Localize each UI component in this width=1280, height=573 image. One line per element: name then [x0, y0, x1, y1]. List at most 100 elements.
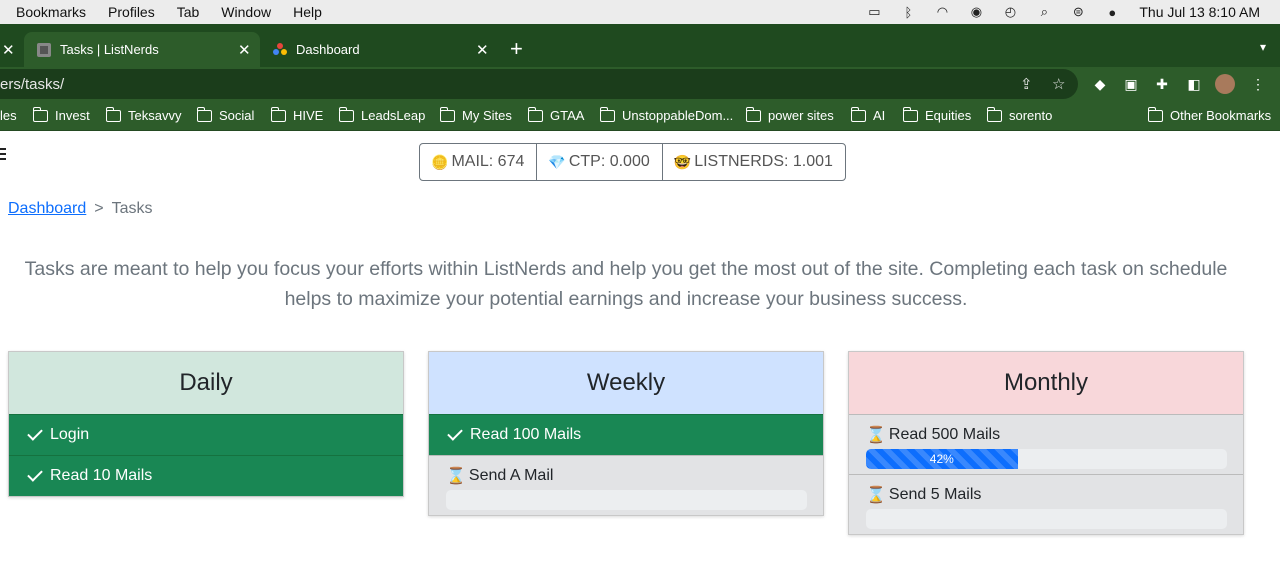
bookmark-folder[interactable]: Teksavvy [105, 106, 181, 123]
weekly-tasks-card: Weekly Read 100 Mails ⌛ Send A Mail [428, 351, 824, 516]
hourglass-icon: ⌛ [866, 487, 886, 504]
folder-icon [599, 106, 615, 122]
progress-fill: 42% [866, 449, 1018, 469]
task-progress-bar: 42% [866, 449, 1227, 469]
folder-icon [745, 106, 761, 122]
spotlight-search-icon[interactable]: ⌕ [1033, 4, 1055, 20]
breadcrumb-separator: > [94, 200, 104, 217]
bookmark-folder[interactable]: GTAA [527, 106, 584, 123]
control-center-icon[interactable]: ⊜ [1067, 4, 1089, 20]
display-icon[interactable]: ▭ [863, 4, 885, 20]
menu-profiles[interactable]: Profiles [108, 4, 155, 20]
card-title: Monthly [849, 352, 1243, 414]
tab-title: Dashboard [296, 42, 360, 57]
check-icon [447, 425, 463, 441]
folder-icon [105, 106, 121, 122]
folder-icon [527, 106, 543, 122]
share-icon[interactable]: ⇪ [1020, 75, 1033, 93]
user-icon[interactable]: ◉ [965, 4, 987, 20]
folder-icon [338, 106, 354, 122]
side-panel-icon[interactable]: ◧ [1184, 74, 1204, 94]
breadcrumb-dashboard-link[interactable]: Dashboard [8, 200, 86, 217]
task-progress-bar [446, 490, 807, 510]
hamburger-menu-icon[interactable] [0, 148, 6, 163]
task-row-pending: ⌛ Read 500 Mails 42% [849, 414, 1243, 474]
mail-balance[interactable]: 🪙 MAIL: 674 [420, 144, 538, 180]
bookmark-folder[interactable]: Social [196, 106, 254, 123]
check-icon [27, 466, 43, 482]
nerd-face-icon: 🤓 [673, 153, 692, 170]
folder-icon [986, 106, 1002, 122]
ctp-balance[interactable]: 💎 CTP: 0.000 [537, 144, 663, 180]
tab-title: Tasks | ListNerds [60, 42, 159, 57]
menu-help[interactable]: Help [293, 4, 322, 20]
task-row-completed: Read 10 Mails [9, 455, 403, 496]
folder-icon [439, 106, 455, 122]
listnerds-balance[interactable]: 🤓 LISTNERDS: 1.001 [663, 144, 845, 180]
profile-avatar[interactable] [1215, 74, 1235, 94]
tab-close-icon[interactable]: ✕ [476, 41, 489, 59]
bluetooth-icon[interactable]: ᛒ [897, 4, 919, 20]
tab-search-chevron-icon[interactable]: ▾ [1260, 40, 1266, 54]
time-machine-icon[interactable]: ◴ [999, 4, 1021, 20]
coins-icon: 🪙 [431, 153, 449, 170]
menu-bookmarks[interactable]: Bookmarks [16, 4, 86, 20]
siri-icon[interactable]: ● [1101, 4, 1123, 20]
bookmark-folder[interactable]: My Sites [439, 106, 512, 123]
extension-color-icon[interactable]: ▣ [1121, 74, 1141, 94]
tab-dashboard[interactable]: Dashboard ✕ [264, 32, 498, 67]
new-tab-plus-icon[interactable]: + [510, 38, 523, 60]
folder-icon [850, 106, 866, 122]
bookmark-folder[interactable]: UnstoppableDom... [599, 106, 733, 123]
menu-tab[interactable]: Tab [177, 4, 200, 20]
other-bookmarks[interactable]: Other Bookmarks [1147, 106, 1271, 123]
check-icon [27, 425, 43, 441]
monthly-tasks-card: Monthly ⌛ Read 500 Mails 42% ⌛ Send 5 Mail… [848, 351, 1244, 535]
folder-icon [270, 106, 286, 122]
bookmark-folder[interactable]: HIVE [270, 106, 323, 123]
menubar-clock[interactable]: Thu Jul 13 8:10 AM [1139, 4, 1260, 20]
address-url[interactable]: ers/tasks/ [0, 76, 64, 93]
bookmark-folder[interactable]: les [0, 108, 17, 123]
extensions-puzzle-icon[interactable]: ✚ [1152, 74, 1172, 94]
address-bar[interactable]: ers/tasks/ ⇪ ☆ [0, 69, 1078, 99]
folder-icon [902, 106, 918, 122]
folder-icon [32, 106, 48, 122]
task-row-completed: Read 100 Mails [429, 414, 823, 455]
bookmark-folder[interactable]: LeadsLeap [338, 106, 425, 123]
bookmark-folder[interactable]: sorento [986, 106, 1052, 123]
tasks-intro-text: Tasks are meant to help you focus your e… [24, 258, 1228, 310]
ctp-token-icon: 💎 [548, 153, 566, 170]
breadcrumb-current: Tasks [111, 200, 153, 217]
tab-close-icon[interactable]: ✕ [238, 41, 251, 59]
wifi-icon[interactable]: ◠ [931, 4, 953, 20]
extension-red-icon[interactable]: ◆ [1090, 74, 1110, 94]
task-row-pending: ⌛ Send A Mail [429, 455, 823, 515]
daily-tasks-card: Daily Login Read 10 Mails [8, 351, 404, 497]
menu-window[interactable]: Window [221, 4, 271, 20]
bookmarks-bar: les Invest Teksavvy Social HIVE LeadsLea… [0, 101, 1280, 131]
folder-icon [196, 106, 212, 122]
bookmark-folder[interactable]: Invest [32, 106, 90, 123]
bookmark-star-icon[interactable]: ☆ [1052, 75, 1065, 93]
page-content: 🪙 MAIL: 674 💎 CTP: 0.000 🤓 LISTNERDS: 1.001… [0, 132, 1280, 573]
card-title: Daily [9, 352, 403, 414]
hourglass-icon: ⌛ [446, 468, 466, 485]
prev-tab-close-icon[interactable]: ✕ [0, 32, 18, 67]
bookmark-folder[interactable]: AI [850, 106, 885, 123]
bookmark-folder[interactable]: Equities [902, 106, 971, 123]
dashboard-favicon-icon [273, 42, 287, 55]
bookmark-folder[interactable]: power sites [745, 106, 834, 123]
folder-icon [1147, 106, 1163, 122]
card-title: Weekly [429, 352, 823, 414]
browser-tab-strip: ✕ Tasks | ListNerds ✕ Dashboard ✕ + ▾ [0, 24, 1280, 67]
task-progress-bar [866, 509, 1227, 529]
listnerds-favicon-icon [37, 42, 51, 57]
task-row-completed: Login [9, 414, 403, 455]
hourglass-icon: ⌛ [866, 427, 886, 444]
balance-stats: 🪙 MAIL: 674 💎 CTP: 0.000 🤓 LISTNERDS: 1.001 [419, 143, 846, 181]
breadcrumb: Dashboard > Tasks [8, 200, 153, 218]
tab-tasks[interactable]: Tasks | ListNerds ✕ [24, 32, 260, 67]
browser-toolbar: ers/tasks/ ⇪ ☆ ◆ ▣ ✚ ◧ ⋮ [0, 67, 1280, 101]
browser-menu-icon[interactable]: ⋮ [1248, 74, 1268, 94]
